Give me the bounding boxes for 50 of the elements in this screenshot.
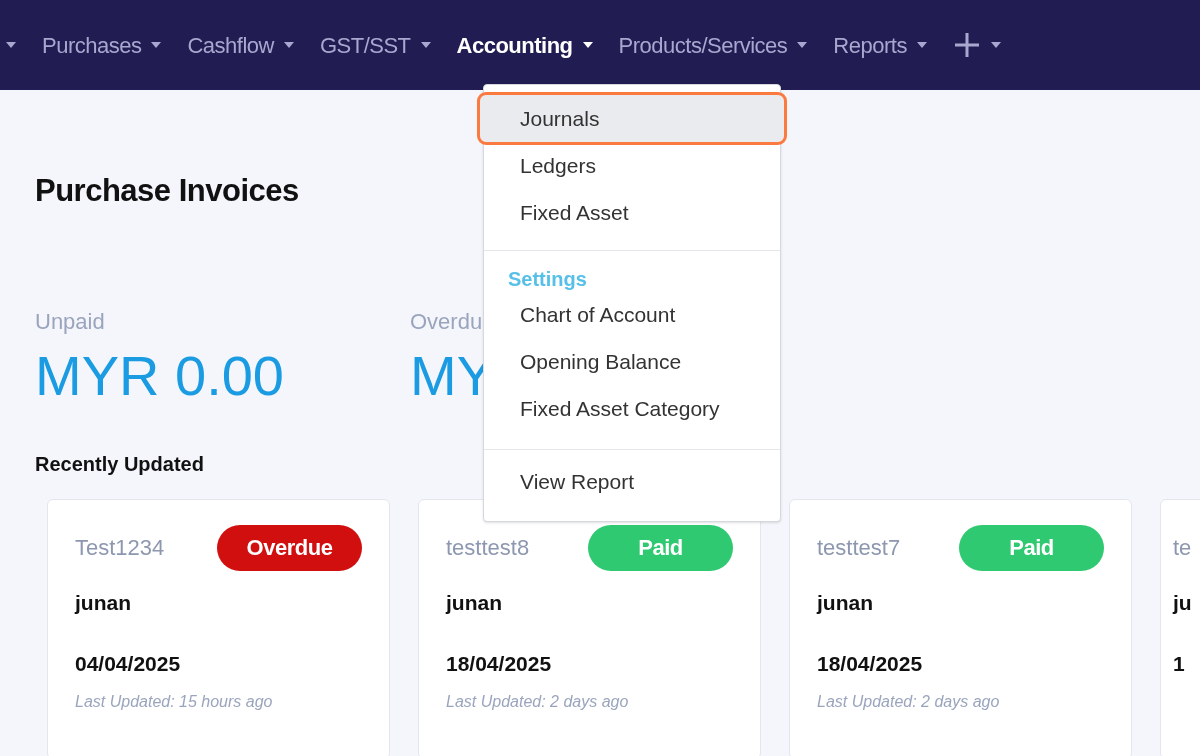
caret-icon [420, 42, 431, 48]
invoice-reference: te [1173, 534, 1193, 563]
caret-icon [990, 42, 1001, 48]
invoice-card[interactable]: testtest8 Paid junan 18/04/2025 Last Updated: 2 days ago [418, 498, 761, 756]
last-updated: Last Updated: 2 days ago [817, 691, 1001, 712]
caret-icon [6, 42, 16, 48]
page-title: Purchase Invoices [35, 172, 299, 210]
add-menu-button[interactable] [952, 31, 1001, 59]
vendor-name: junan [446, 589, 503, 616]
nav-menu[interactable]: GST/SST [319, 28, 431, 62]
menu-item[interactable]: Ledgers [484, 142, 780, 189]
invoice-card[interactable]: Test1234 Overdue junan 04/04/2025 Last Updated: 15 hours ago [47, 498, 390, 756]
summary-label: Unpaid [35, 307, 106, 336]
menu-item[interactable]: Journals [480, 95, 784, 142]
vendor-name: junan [75, 589, 132, 616]
status-badge: Paid [959, 524, 1104, 571]
invoice-date: 1 [1173, 651, 1186, 678]
status-badge: Overdue [217, 524, 362, 571]
vendor-name: ju [1173, 589, 1193, 616]
last-updated: Last Updated: 15 hours ago [75, 691, 274, 712]
summary-amount: MYR 0.00 [35, 342, 285, 409]
invoice-reference: Test1234 [75, 534, 165, 563]
caret-icon [916, 42, 927, 48]
invoice-card[interactable]: te ju 1 [1160, 498, 1200, 756]
menu-section-heading: Settings [507, 267, 588, 291]
nav-menu[interactable]: Products/Services [618, 28, 808, 62]
last-updated: Last Updated: 2 days ago [446, 691, 630, 712]
invoice-card[interactable]: testtest7 Paid junan 18/04/2025 Last Updated: 2 days ago [789, 498, 1132, 756]
nav-menu[interactable]: Reports [833, 28, 927, 62]
menu-item[interactable]: Fixed Asset [484, 189, 780, 236]
menu-item[interactable]: Fixed Asset Category [484, 385, 780, 432]
caret-icon [283, 42, 294, 48]
invoice-date: 18/04/2025 [817, 651, 924, 678]
invoice-date: 04/04/2025 [75, 651, 182, 678]
caret-icon [151, 42, 162, 48]
vendor-name: junan [817, 589, 874, 616]
section-heading: Recently Updated [35, 451, 205, 477]
nav-menu[interactable]: Purchases [42, 28, 162, 62]
nav-menu[interactable]: Cashflow [187, 28, 294, 62]
invoice-date: 18/04/2025 [446, 651, 553, 678]
status-badge: Paid [588, 524, 733, 571]
menu-item[interactable]: Opening Balance [484, 338, 780, 385]
menu-item[interactable]: Chart of Account [484, 291, 780, 338]
nav-menu[interactable]: Accounting [456, 28, 593, 62]
summary-label: Overdu [410, 307, 484, 336]
plus-icon [952, 31, 981, 59]
invoice-reference: testtest7 [817, 534, 901, 563]
invoice-reference: testtest8 [446, 534, 530, 563]
caret-icon [582, 42, 593, 48]
caret-icon [797, 42, 808, 48]
